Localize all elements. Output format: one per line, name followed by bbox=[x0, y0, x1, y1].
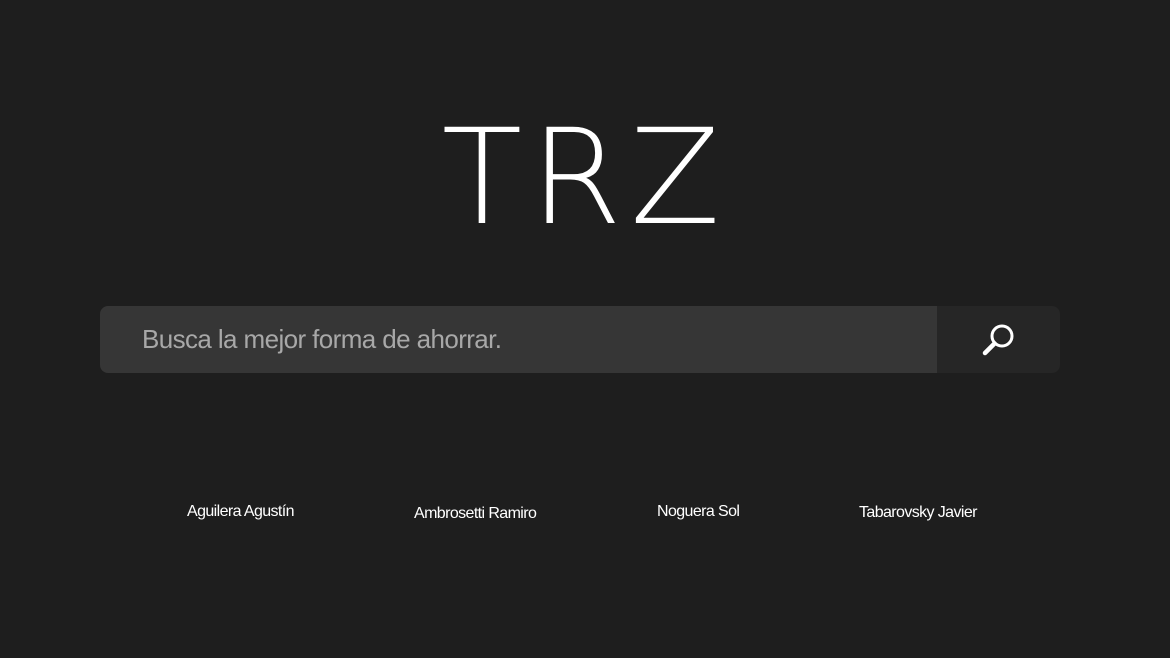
page: TRZ Aguilera Agustín Ambrosetti Ramiro N… bbox=[0, 0, 1170, 658]
search-button[interactable] bbox=[937, 306, 1060, 373]
credits-list: Aguilera Agustín Ambrosetti Ramiro Nogue… bbox=[0, 503, 1170, 533]
credit-name: Aguilera Agustín bbox=[187, 503, 295, 520]
logo-title: TRZ bbox=[441, 101, 729, 255]
search-icon bbox=[981, 322, 1017, 358]
search-input[interactable] bbox=[100, 306, 937, 373]
search-bar bbox=[100, 306, 1060, 373]
credit-name: Ambrosetti Ramiro bbox=[414, 505, 537, 522]
credit-name: Noguera Sol bbox=[657, 503, 740, 520]
credit-name: Tabarovsky Javier bbox=[859, 504, 977, 521]
